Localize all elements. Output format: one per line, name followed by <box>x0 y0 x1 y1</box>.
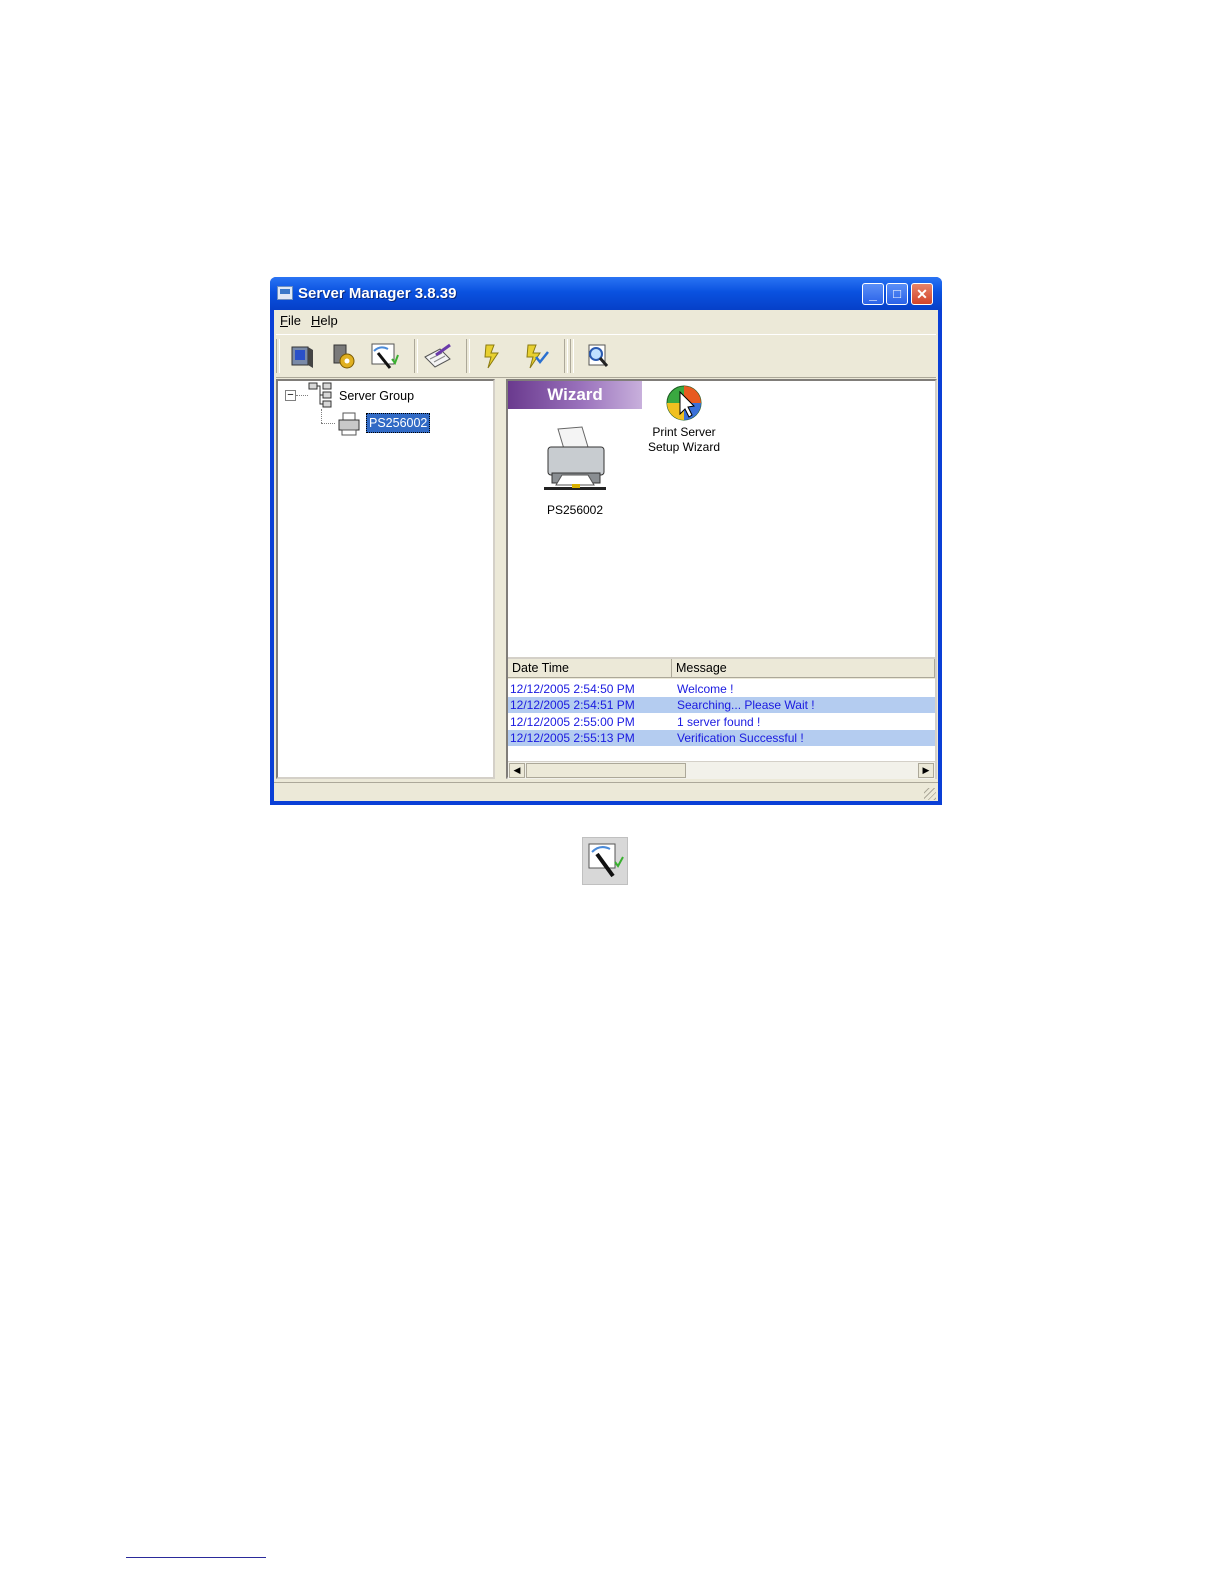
device-panel: Wizard PS256002 Print Server Setup Wizar… <box>506 379 937 779</box>
log-row[interactable]: 12/12/2005 2:54:51 PM Searching... Pleas… <box>508 697 935 713</box>
log-row[interactable]: 12/12/2005 2:55:13 PM Verification Succe… <box>508 730 935 746</box>
log-row[interactable]: 12/12/2005 2:54:50 PM Welcome ! <box>508 681 935 697</box>
log-row[interactable]: 12/12/2005 2:55:00 PM 1 server found ! <box>508 714 935 730</box>
server-tree: − Server Group PS256002 <box>276 379 495 779</box>
resize-grip[interactable] <box>924 788 936 800</box>
column-header-datetime[interactable]: Date Time <box>508 659 672 678</box>
tree-item-server-group[interactable]: Server Group <box>339 389 414 403</box>
wizard-banner: Wizard <box>508 381 642 409</box>
toolbar <box>276 334 936 378</box>
server-manager-window: Server Manager 3.8.39 _ □ ✕ File Help − … <box>270 277 942 805</box>
setup-wizard-icon-graphic <box>588 843 624 878</box>
log-message: Searching... Please Wait ! <box>677 698 815 712</box>
server-icon[interactable] <box>286 341 318 371</box>
menu-file[interactable]: File <box>280 313 301 328</box>
scroll-left-button[interactable]: ◀ <box>509 763 525 778</box>
menu-file-accel: F <box>280 313 288 328</box>
scroll-thumb[interactable] <box>526 763 686 778</box>
window-title: Server Manager 3.8.39 <box>298 285 457 302</box>
log-message: 1 server found ! <box>677 715 761 729</box>
device-label: PS256002 <box>546 503 604 517</box>
app-icon <box>277 286 293 300</box>
column-header-message[interactable]: Message <box>672 659 935 678</box>
toolbar-separator <box>570 339 574 373</box>
log-message: Welcome ! <box>677 682 734 696</box>
log-datetime: 12/12/2005 2:54:51 PM <box>510 698 635 712</box>
log-datetime: 12/12/2005 2:54:50 PM <box>510 682 635 696</box>
log-datetime: 12/12/2005 2:55:13 PM <box>510 731 635 745</box>
tree-connector <box>321 423 335 424</box>
toolbar-separator <box>466 339 470 373</box>
wizard-label-line1: Print Server <box>652 425 716 439</box>
server-group-icon <box>308 382 332 408</box>
window-client: File Help − Server Group PS256002 Wizard… <box>274 310 938 801</box>
setup-wizard-globe-icon[interactable] <box>665 384 703 422</box>
setup-wizard-icon <box>582 837 628 885</box>
maximize-button[interactable]: □ <box>886 283 908 305</box>
log-message: Verification Successful ! <box>677 731 804 745</box>
printer-device-icon[interactable] <box>542 425 608 491</box>
wizard-label: Print Server Setup Wizard <box>634 425 734 455</box>
lightning-check-icon[interactable] <box>520 341 552 371</box>
horizontal-scrollbar[interactable]: ◀ ▶ <box>508 761 935 779</box>
menu-help[interactable]: Help <box>311 313 338 328</box>
wizard-label-line2: Setup Wizard <box>647 440 721 454</box>
settings-gear-icon[interactable] <box>328 341 360 371</box>
footnote-rule <box>126 1557 266 1558</box>
tree-item-ps256002[interactable]: PS256002 <box>366 413 431 433</box>
toolbar-grip <box>276 339 280 373</box>
scroll-right-button[interactable]: ▶ <box>918 763 934 778</box>
toolbar-separator <box>414 339 418 373</box>
log-header: Date Time Message <box>508 659 935 679</box>
search-magnifier-icon[interactable] <box>582 341 614 371</box>
menu-help-accel: H <box>311 313 321 328</box>
pane-splitter[interactable] <box>497 379 505 779</box>
title-bar[interactable]: Server Manager 3.8.39 _ □ ✕ <box>270 277 942 310</box>
log-datetime: 12/12/2005 2:55:00 PM <box>510 715 635 729</box>
tree-connector <box>321 409 322 423</box>
status-bar <box>274 782 938 802</box>
menu-help-rest: elp <box>320 313 338 328</box>
tree-collapse-toggle[interactable]: − <box>285 390 296 401</box>
close-button[interactable]: ✕ <box>911 283 933 305</box>
menu-file-rest: ile <box>287 313 301 328</box>
menu-bar: File Help <box>274 310 938 332</box>
setup-wizard-icon[interactable] <box>368 341 400 371</box>
lightning-icon[interactable] <box>478 341 510 371</box>
print-server-icon <box>338 412 360 436</box>
toolbar-separator <box>564 339 568 373</box>
minimize-button[interactable]: _ <box>862 283 884 305</box>
notepad-pen-icon[interactable] <box>422 341 454 371</box>
